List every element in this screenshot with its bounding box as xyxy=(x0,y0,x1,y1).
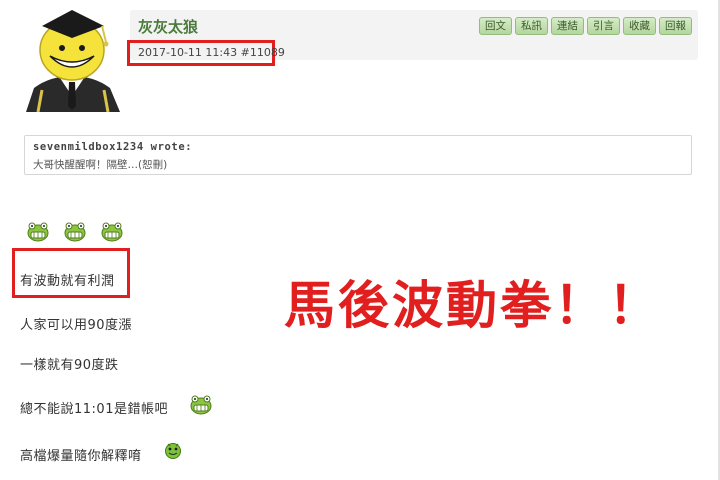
annotation-text: 馬後波動拳！！ xyxy=(284,277,663,336)
post-number[interactable]: #11089 xyxy=(241,46,285,59)
avatar-koro-sensei-icon xyxy=(26,10,120,113)
post-meta: 2017-10-11 11:43 #11089 xyxy=(138,46,285,59)
link-button[interactable]: 連結 xyxy=(551,17,584,35)
quote-text: 大哥快醒醒啊！隔壁…(恕刪) xyxy=(33,159,168,171)
quote-block: sevenmildbox1234 wrote: 大哥快醒醒啊！隔壁…(恕刪) xyxy=(24,135,692,175)
author-name[interactable]: 灰灰太狼 xyxy=(138,16,198,37)
post-line-4: 總不能說11:01是錯帳吧 xyxy=(20,402,168,417)
post-line-1: 有波動就有利潤 xyxy=(20,274,115,289)
frog-grin-icon xyxy=(190,395,212,415)
post-timestamp: 2017-10-11 11:43 xyxy=(138,46,238,59)
report-button[interactable]: 回報 xyxy=(659,17,692,35)
green-blob-icon xyxy=(165,443,181,459)
frog-grin-icon xyxy=(27,222,49,242)
post-line-2: 人家可以用90度漲 xyxy=(20,318,133,333)
bookmark-button[interactable]: 收藏 xyxy=(623,17,656,35)
quote-button[interactable]: 引言 xyxy=(587,17,620,35)
reply-button[interactable]: 回文 xyxy=(479,17,512,35)
private-message-button[interactable]: 私訊 xyxy=(515,17,548,35)
frog-grin-icon xyxy=(64,222,86,242)
quote-author: sevenmildbox1234 wrote: xyxy=(33,141,193,153)
post-actions: 回文 私訊 連結 引言 收藏 回報 xyxy=(479,17,692,35)
frog-grin-icon xyxy=(101,222,123,242)
post-line-5: 高檔爆量隨你解釋唷 xyxy=(20,449,142,464)
post-line-3: 一樣就有90度跌 xyxy=(20,358,119,373)
avatar[interactable] xyxy=(20,4,124,113)
